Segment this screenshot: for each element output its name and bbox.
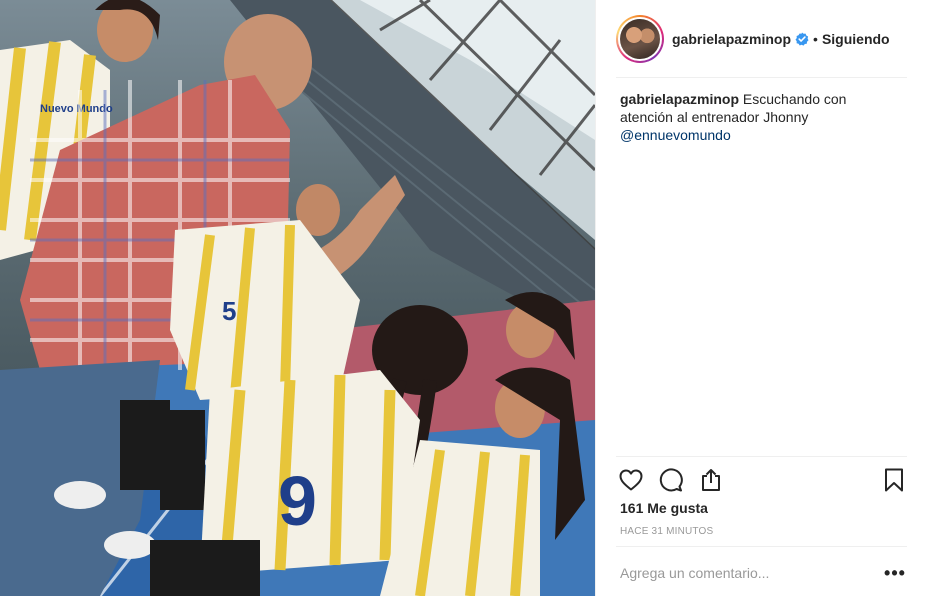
likes-count[interactable]: 161 Me gusta (620, 500, 708, 516)
following-button[interactable]: Siguiendo (822, 31, 890, 47)
avatar-image (620, 19, 660, 59)
post-photo[interactable]: Nuevo Mundo 5 9 (0, 0, 595, 596)
post-timestamp[interactable]: HACE 31 MINUTOS (620, 526, 713, 537)
share-icon[interactable] (698, 467, 724, 493)
header-separator: • (813, 31, 818, 47)
jersey-number-5: 5 (222, 296, 236, 326)
post-sidebar: gabrielapazminop • Siguiendo gabrielapaz… (595, 0, 929, 596)
comment-divider (616, 546, 907, 547)
post-actions (618, 466, 907, 494)
verified-badge-icon (795, 32, 809, 46)
comment-form: ••• (620, 558, 907, 588)
caption-mention-link[interactable]: @ennuevomundo (620, 127, 731, 143)
header-divider (616, 77, 907, 78)
post-header: gabrielapazminop • Siguiendo (616, 14, 907, 64)
heart-icon[interactable] (618, 467, 644, 493)
post-photo-illustration: Nuevo Mundo 5 9 (0, 0, 595, 596)
jersey-left-text: Nuevo Mundo (40, 103, 113, 115)
bookmark-icon[interactable] (881, 467, 907, 493)
comment-input[interactable] (620, 565, 883, 581)
avatar[interactable] (616, 15, 664, 63)
post-caption: gabrielapazminop Escuchando con atención… (620, 90, 900, 144)
actions-divider (616, 456, 907, 457)
caption-username[interactable]: gabrielapazminop (620, 91, 739, 107)
more-options-icon[interactable]: ••• (883, 564, 907, 582)
header-username[interactable]: gabrielapazminop (672, 31, 791, 47)
comment-icon[interactable] (658, 467, 684, 493)
jersey-number-9: 9 (278, 462, 317, 540)
